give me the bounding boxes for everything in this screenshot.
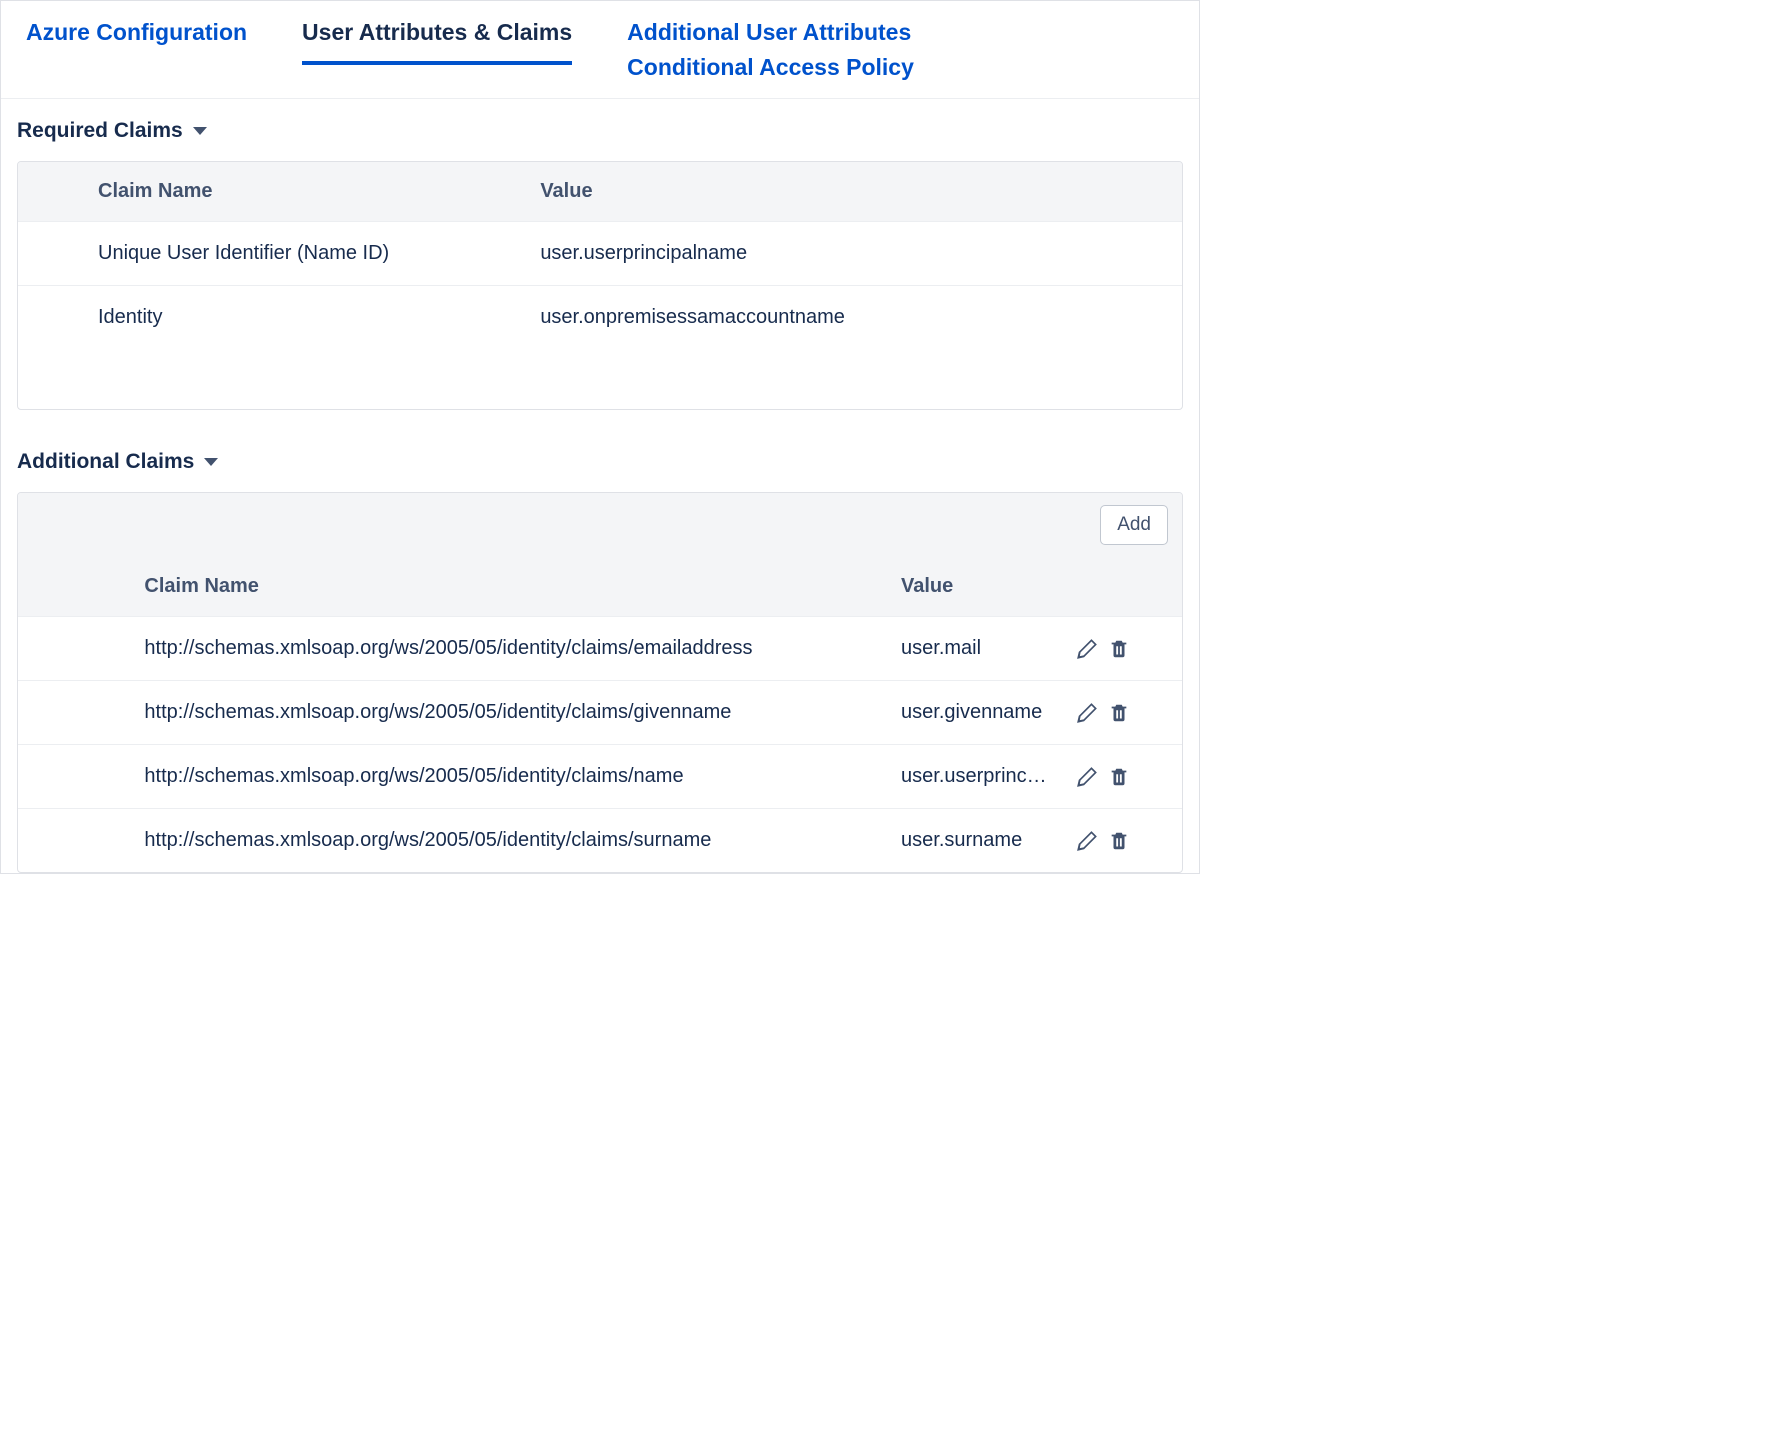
edit-icon[interactable] [1076, 830, 1098, 852]
required-claims-panel: Claim Name Value Unique User Identifier … [17, 161, 1183, 410]
additional-claims-toggle[interactable]: Additional Claims [17, 450, 218, 474]
edit-icon[interactable] [1076, 766, 1098, 788]
edit-icon[interactable] [1076, 702, 1098, 724]
required-claims-table: Claim Name Value Unique User Identifier … [18, 162, 1182, 409]
cell-value: user.surname [891, 809, 1066, 873]
additional-claims-toolbar: Add [18, 493, 1182, 557]
col-pad [18, 162, 88, 222]
edit-icon[interactable] [1076, 638, 1098, 660]
table-row[interactable]: Unique User Identifier (Name ID) user.us… [18, 222, 1182, 286]
additional-claims-panel: Add Claim Name Value http://schemas.xmls… [17, 492, 1183, 873]
tab-conditional-access-policy-label: Conditional Access Policy [627, 50, 914, 85]
col-pad [18, 557, 134, 617]
cell-claim-name: http://schemas.xmlsoap.org/ws/2005/05/id… [134, 809, 891, 873]
col-claim-name: Claim Name [134, 557, 891, 617]
spacer-row [18, 349, 1182, 409]
tab-bar: Azure Configuration User Attributes & Cl… [1, 1, 1199, 99]
trash-icon[interactable] [1108, 766, 1130, 788]
trash-icon[interactable] [1108, 702, 1130, 724]
tab-additional-user-attributes-label: Additional User Attributes [627, 15, 914, 50]
add-button[interactable]: Add [1100, 505, 1168, 545]
cell-value: user.onpremisessamaccountname [530, 286, 1182, 350]
tab-additional-and-policy[interactable]: Additional User Attributes Conditional A… [627, 15, 914, 98]
cell-claim-name: Unique User Identifier (Name ID) [88, 222, 530, 286]
table-row[interactable]: Identity user.onpremisessamaccountname [18, 286, 1182, 350]
table-row[interactable]: http://schemas.xmlsoap.org/ws/2005/05/id… [18, 745, 1182, 809]
caret-down-icon [193, 127, 207, 135]
caret-down-icon [204, 458, 218, 466]
section-additional-claims: Additional Claims Add Claim Name Value h… [1, 450, 1199, 873]
table-row[interactable]: http://schemas.xmlsoap.org/ws/2005/05/id… [18, 681, 1182, 745]
additional-claims-title: Additional Claims [17, 450, 194, 474]
table-row[interactable]: http://schemas.xmlsoap.org/ws/2005/05/id… [18, 617, 1182, 681]
page-container: Azure Configuration User Attributes & Cl… [0, 0, 1200, 874]
table-row[interactable]: http://schemas.xmlsoap.org/ws/2005/05/id… [18, 809, 1182, 873]
col-value: Value [530, 162, 1182, 222]
additional-claims-table: Claim Name Value http://schemas.xmlsoap.… [18, 557, 1182, 872]
col-actions [1066, 557, 1182, 617]
tab-azure-configuration[interactable]: Azure Configuration [26, 15, 247, 64]
trash-icon[interactable] [1108, 830, 1130, 852]
col-value: Value [891, 557, 1066, 617]
col-claim-name: Claim Name [88, 162, 530, 222]
cell-value: user.mail [891, 617, 1066, 681]
trash-icon[interactable] [1108, 638, 1130, 660]
cell-claim-name: http://schemas.xmlsoap.org/ws/2005/05/id… [134, 617, 891, 681]
cell-claim-name: Identity [88, 286, 530, 350]
cell-claim-name: http://schemas.xmlsoap.org/ws/2005/05/id… [134, 745, 891, 809]
required-claims-title: Required Claims [17, 119, 183, 143]
required-claims-toggle[interactable]: Required Claims [17, 119, 207, 143]
section-required-claims: Required Claims Claim Name Value Unique … [1, 99, 1199, 410]
cell-value: user.userprincipalname [530, 222, 1182, 286]
cell-claim-name: http://schemas.xmlsoap.org/ws/2005/05/id… [134, 681, 891, 745]
cell-value: user.givenname [891, 681, 1066, 745]
tab-user-attributes-claims[interactable]: User Attributes & Claims [302, 15, 572, 64]
cell-value: user.userprincipalname [891, 745, 1066, 809]
